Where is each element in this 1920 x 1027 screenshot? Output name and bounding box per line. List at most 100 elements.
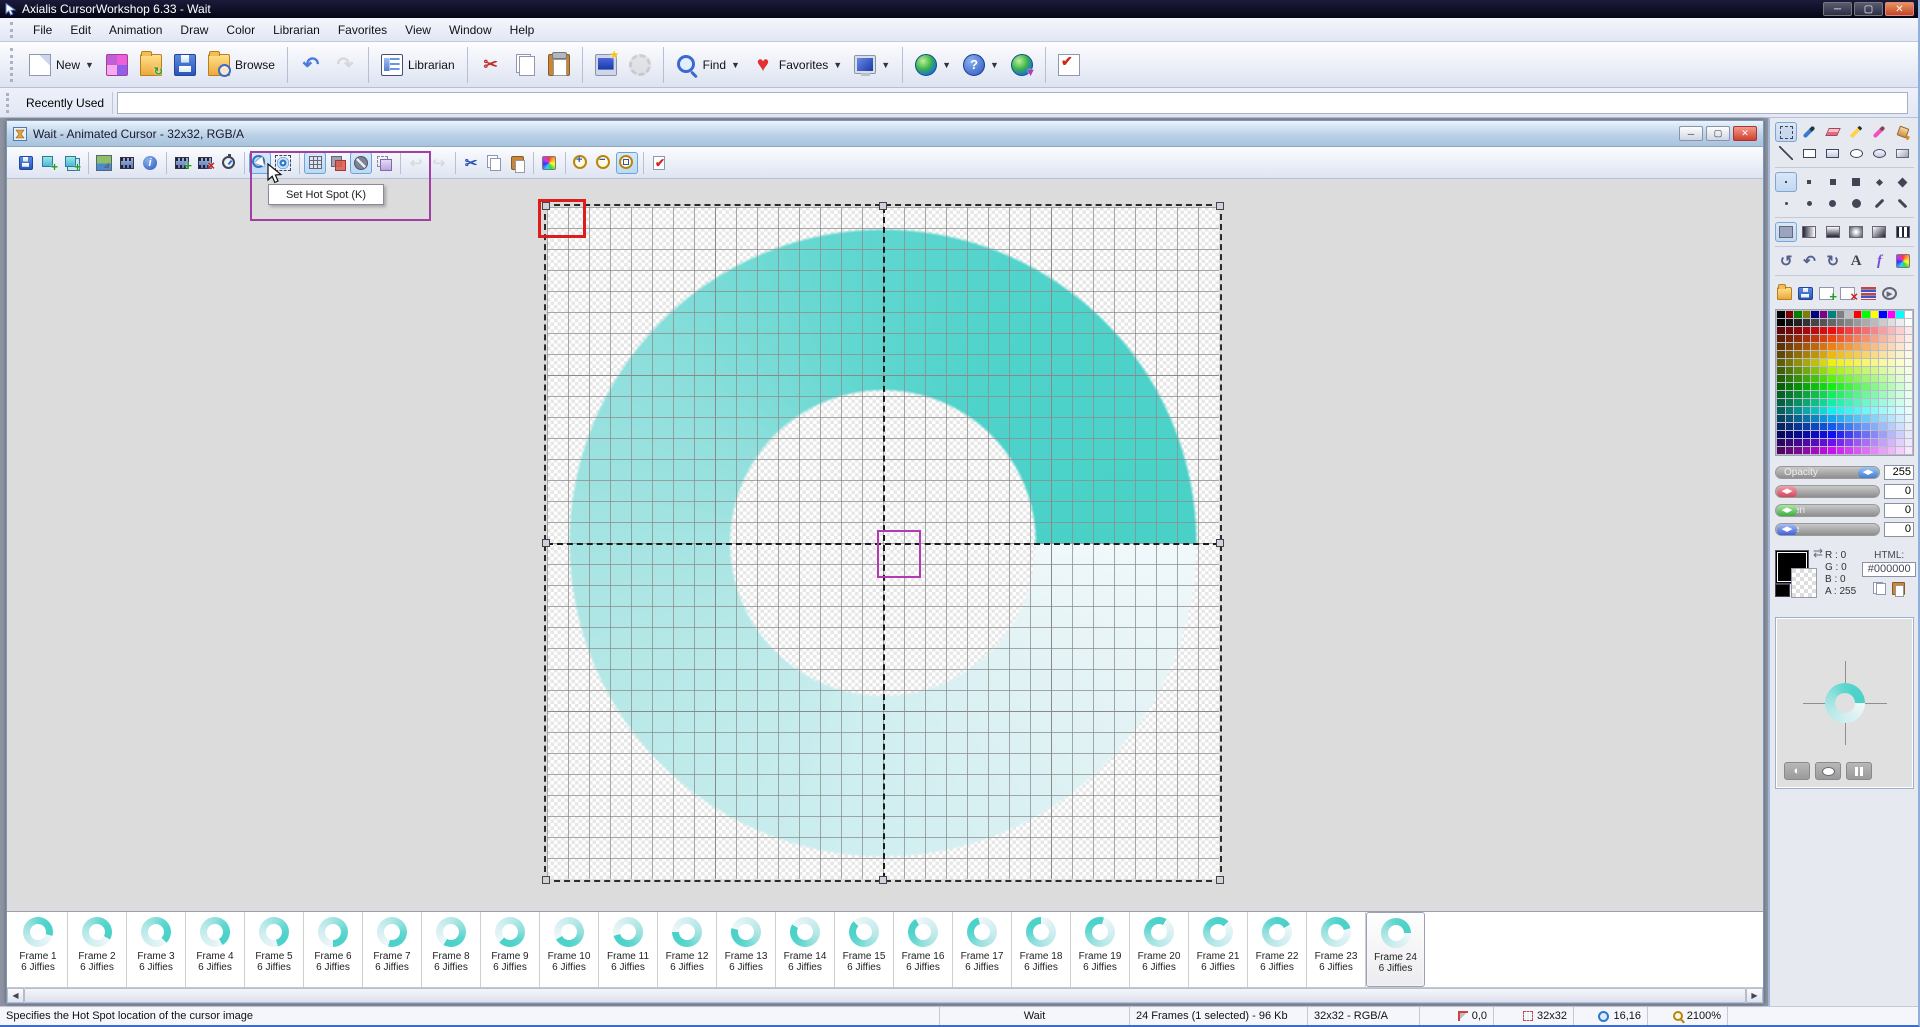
- palette-swatch[interactable]: [1803, 311, 1811, 318]
- palette-swatch[interactable]: [1879, 415, 1887, 422]
- palette-swatch[interactable]: [1811, 375, 1819, 382]
- image-export-button[interactable]: [93, 152, 115, 174]
- palette-swatch[interactable]: [1820, 399, 1828, 406]
- frame-thumbnail-1[interactable]: Frame 16 Jiffies: [9, 912, 68, 987]
- palette-swatch[interactable]: [1879, 343, 1887, 350]
- palette-swatch[interactable]: [1786, 439, 1794, 446]
- swatch-delete-button[interactable]: [1840, 287, 1855, 300]
- doc-close-button[interactable]: ✕: [1733, 126, 1757, 141]
- dropdown-arrow-icon[interactable]: ▼: [881, 60, 890, 70]
- palette-swatch[interactable]: [1896, 439, 1904, 446]
- palette-swatch[interactable]: [1794, 415, 1802, 422]
- play-button[interactable]: ▶: [1882, 287, 1897, 300]
- palette-swatch[interactable]: [1794, 375, 1802, 382]
- palette-swatch[interactable]: [1845, 383, 1853, 390]
- palette-swatch[interactable]: [1794, 383, 1802, 390]
- palette-swatch[interactable]: [1896, 351, 1904, 358]
- screen-capture-button[interactable]: [589, 50, 623, 80]
- pause-button[interactable]: [1846, 762, 1872, 780]
- menu-color[interactable]: Color: [217, 20, 264, 40]
- palette-swatch[interactable]: [1837, 383, 1845, 390]
- frame-thumbnail-17[interactable]: Frame 176 Jiffies: [953, 912, 1012, 987]
- palette-swatch[interactable]: [1777, 327, 1785, 334]
- palette-swatch[interactable]: [1879, 383, 1887, 390]
- frame-thumbnail-16[interactable]: Frame 166 Jiffies: [894, 912, 953, 987]
- invert-preview-button[interactable]: ◐: [1784, 762, 1810, 780]
- palette-swatch[interactable]: [1845, 447, 1853, 454]
- palette-swatch[interactable]: [1905, 311, 1913, 318]
- rect-filled-button[interactable]: [1822, 143, 1844, 163]
- film-delete-button[interactable]: [194, 152, 216, 174]
- palette-swatch[interactable]: [1828, 367, 1836, 374]
- palette-swatch[interactable]: [1871, 439, 1879, 446]
- recently-used-field[interactable]: [117, 92, 1908, 114]
- cut-button[interactable]: ✂: [474, 50, 508, 80]
- palette-swatch[interactable]: [1854, 383, 1862, 390]
- palette-swatch[interactable]: [1879, 359, 1887, 366]
- frame-thumbnail-2[interactable]: Frame 26 Jiffies: [68, 912, 127, 987]
- palette-swatch[interactable]: [1905, 415, 1913, 422]
- pixel-canvas[interactable]: [547, 207, 1219, 879]
- palette-swatch[interactable]: [1828, 335, 1836, 342]
- blue-slider[interactable]: e◀▶: [1775, 523, 1880, 536]
- palette-swatch[interactable]: [1862, 415, 1870, 422]
- size-dot-1-button[interactable]: [1775, 172, 1797, 192]
- palette-swatch[interactable]: [1786, 447, 1794, 454]
- palette-swatch[interactable]: [1862, 359, 1870, 366]
- palette-swatch[interactable]: [1862, 343, 1870, 350]
- transparent-blend-button[interactable]: [327, 152, 349, 174]
- palette-swatch[interactable]: [1777, 399, 1785, 406]
- palette-swatch[interactable]: [1879, 399, 1887, 406]
- palette-swatch[interactable]: [1871, 383, 1879, 390]
- palette-swatch[interactable]: [1786, 431, 1794, 438]
- palette-swatch[interactable]: [1888, 391, 1896, 398]
- palette-swatch[interactable]: [1845, 399, 1853, 406]
- palette-swatch[interactable]: [1845, 367, 1853, 374]
- frame-thumbnail-20[interactable]: Frame 206 Jiffies: [1130, 912, 1189, 987]
- frame-thumbnail-19[interactable]: Frame 196 Jiffies: [1071, 912, 1130, 987]
- palette-swatch[interactable]: [1879, 335, 1887, 342]
- frame-thumbnail-5[interactable]: Frame 56 Jiffies: [245, 912, 304, 987]
- palette-swatch[interactable]: [1888, 431, 1896, 438]
- palette-swatch[interactable]: [1777, 367, 1785, 374]
- palette-swatch[interactable]: [1845, 423, 1853, 430]
- palette-swatch[interactable]: [1879, 311, 1887, 318]
- palette-swatch[interactable]: [1803, 407, 1811, 414]
- palette-swatch[interactable]: [1905, 343, 1913, 350]
- palette-swatch[interactable]: [1871, 423, 1879, 430]
- menu-draw[interactable]: Draw: [171, 20, 217, 40]
- palette-swatch[interactable]: [1794, 335, 1802, 342]
- frame-thumbnail-23[interactable]: Frame 236 Jiffies: [1307, 912, 1366, 987]
- palette-swatch[interactable]: [1828, 423, 1836, 430]
- palette-swatch[interactable]: [1820, 319, 1828, 326]
- palette-swatch[interactable]: [1871, 351, 1879, 358]
- palette-swatch[interactable]: [1888, 367, 1896, 374]
- palette-swatch[interactable]: [1828, 415, 1836, 422]
- rotate-180-button[interactable]: ↶: [1798, 251, 1820, 271]
- palette-swatch[interactable]: [1786, 351, 1794, 358]
- palette-swatch[interactable]: [1871, 391, 1879, 398]
- ellipse-outline-button[interactable]: [1845, 143, 1867, 163]
- palette-swatch[interactable]: [1871, 343, 1879, 350]
- palette-swatch[interactable]: [1879, 367, 1887, 374]
- palette-swatch[interactable]: [1888, 335, 1896, 342]
- palette-swatch[interactable]: [1837, 447, 1845, 454]
- palette-swatch[interactable]: [1862, 391, 1870, 398]
- palette-swatch[interactable]: [1777, 351, 1785, 358]
- zoom-fit-button[interactable]: [616, 152, 638, 174]
- palette-swatch[interactable]: [1845, 319, 1853, 326]
- palette-swatch[interactable]: [1777, 407, 1785, 414]
- zoom-out-button[interactable]: [593, 152, 615, 174]
- document-title-bar[interactable]: Wait - Animated Cursor - 32x32, RGB/A ─ …: [7, 121, 1763, 147]
- palette-swatch[interactable]: [1820, 415, 1828, 422]
- palette-swatch[interactable]: [1845, 327, 1853, 334]
- palette-swatch[interactable]: [1820, 423, 1828, 430]
- save-button[interactable]: [15, 152, 37, 174]
- rect-outline-button[interactable]: [1798, 143, 1820, 163]
- red-value-field[interactable]: 0: [1884, 484, 1914, 499]
- fill-grad-bars-button[interactable]: [1892, 222, 1914, 242]
- palette-swatch[interactable]: [1854, 439, 1862, 446]
- palette-swatch[interactable]: [1777, 335, 1785, 342]
- palette-swatch[interactable]: [1845, 343, 1853, 350]
- dropdown-arrow-icon[interactable]: ▼: [833, 60, 842, 70]
